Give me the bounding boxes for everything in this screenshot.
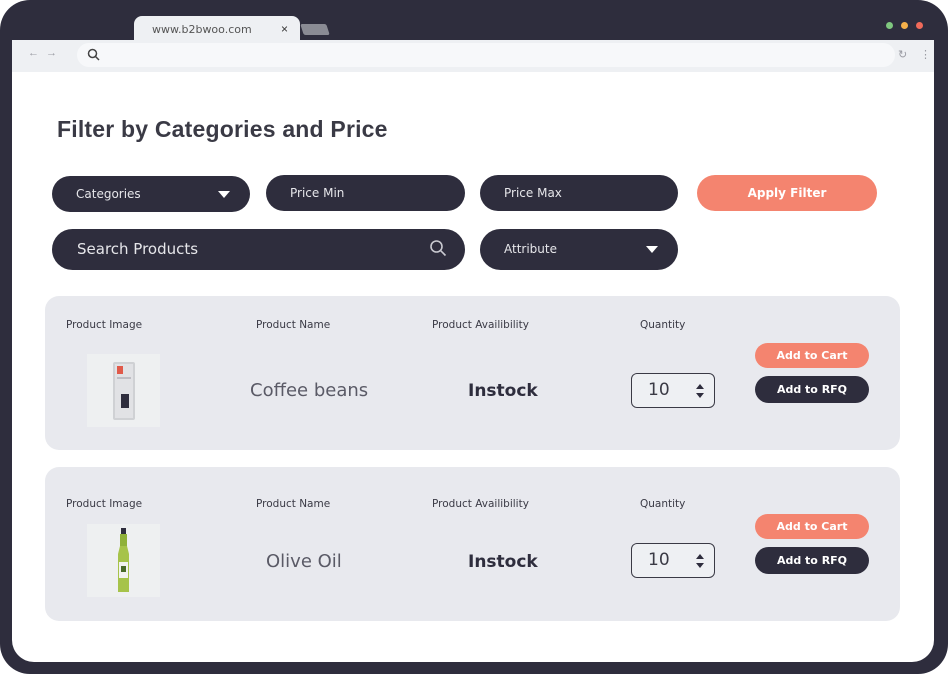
browser-window: www.b2bwoo.com × ← → ↻ ⋮ Filter by Categ… [0,0,948,674]
product-name: Olive Oil [266,551,342,572]
price-min-label: Price Min [290,186,345,200]
quantity-value: 10 [648,380,670,400]
product-image [87,354,160,427]
column-header-availability: Product Availibility [432,498,529,510]
quantity-value: 10 [648,550,670,570]
window-dot-green[interactable] [886,22,893,29]
price-max-field[interactable]: Price Max [480,175,678,211]
product-name: Coffee beans [250,380,369,401]
categories-dropdown[interactable]: Categories [52,176,250,212]
address-search-icon [87,48,100,61]
product-availability: Instock [468,381,538,401]
page-title: Filter by Categories and Price [57,116,388,142]
search-input[interactable] [77,240,407,258]
menu-dots-icon[interactable]: ⋮ [920,48,931,61]
product-card: Product Image Product Name Product Avail… [45,296,900,450]
attribute-dropdown[interactable]: Attribute [480,229,678,270]
column-header-image: Product Image [66,319,143,331]
product-card: Product Image Product Name Product Avail… [45,467,900,621]
add-to-cart-button[interactable]: Add to Cart [755,514,869,539]
column-header-availability: Product Availibility [432,319,529,331]
add-to-cart-button[interactable]: Add to Cart [755,343,869,368]
add-to-rfq-button[interactable]: Add to RFQ [755,547,869,574]
column-header-image: Product Image [66,498,143,510]
price-min-field[interactable]: Price Min [266,175,465,211]
tab-url: www.b2bwoo.com [152,23,252,36]
olive-oil-bottle-icon [118,528,129,592]
new-tab-button[interactable] [300,24,330,35]
browser-toolbar: ← → ↻ ⋮ [12,40,934,72]
reload-icon[interactable]: ↻ [898,48,907,61]
column-header-name: Product Name [256,498,331,510]
search-bar [52,229,465,270]
browser-tab[interactable]: www.b2bwoo.com × [134,16,300,42]
product-availability: Instock [468,552,538,572]
column-header-name: Product Name [256,319,331,331]
quantity-stepper[interactable]: 10 [631,373,715,408]
stepper-arrows-icon[interactable] [695,383,705,399]
chevron-down-icon [646,246,658,253]
column-header-quantity: Quantity [640,498,686,510]
window-dot-yellow[interactable] [901,22,908,29]
back-arrow-icon[interactable]: ← [28,47,39,59]
apply-filter-button[interactable]: Apply Filter [697,175,877,211]
forward-arrow-icon[interactable]: → [46,47,57,59]
price-max-label: Price Max [504,186,562,200]
window-dot-red[interactable] [916,22,923,29]
attribute-label: Attribute [504,242,557,256]
product-image [87,524,160,597]
address-bar[interactable] [77,43,895,67]
column-header-quantity: Quantity [640,319,686,331]
categories-label: Categories [76,187,141,201]
stepper-arrows-icon[interactable] [695,553,705,569]
page-content: Filter by Categories and Price Categorie… [12,72,934,662]
coffee-bag-icon [113,362,135,420]
search-icon[interactable] [429,239,447,257]
quantity-stepper[interactable]: 10 [631,543,715,578]
chevron-down-icon [218,191,230,198]
tab-close-button[interactable]: × [281,22,288,36]
add-to-rfq-button[interactable]: Add to RFQ [755,376,869,403]
